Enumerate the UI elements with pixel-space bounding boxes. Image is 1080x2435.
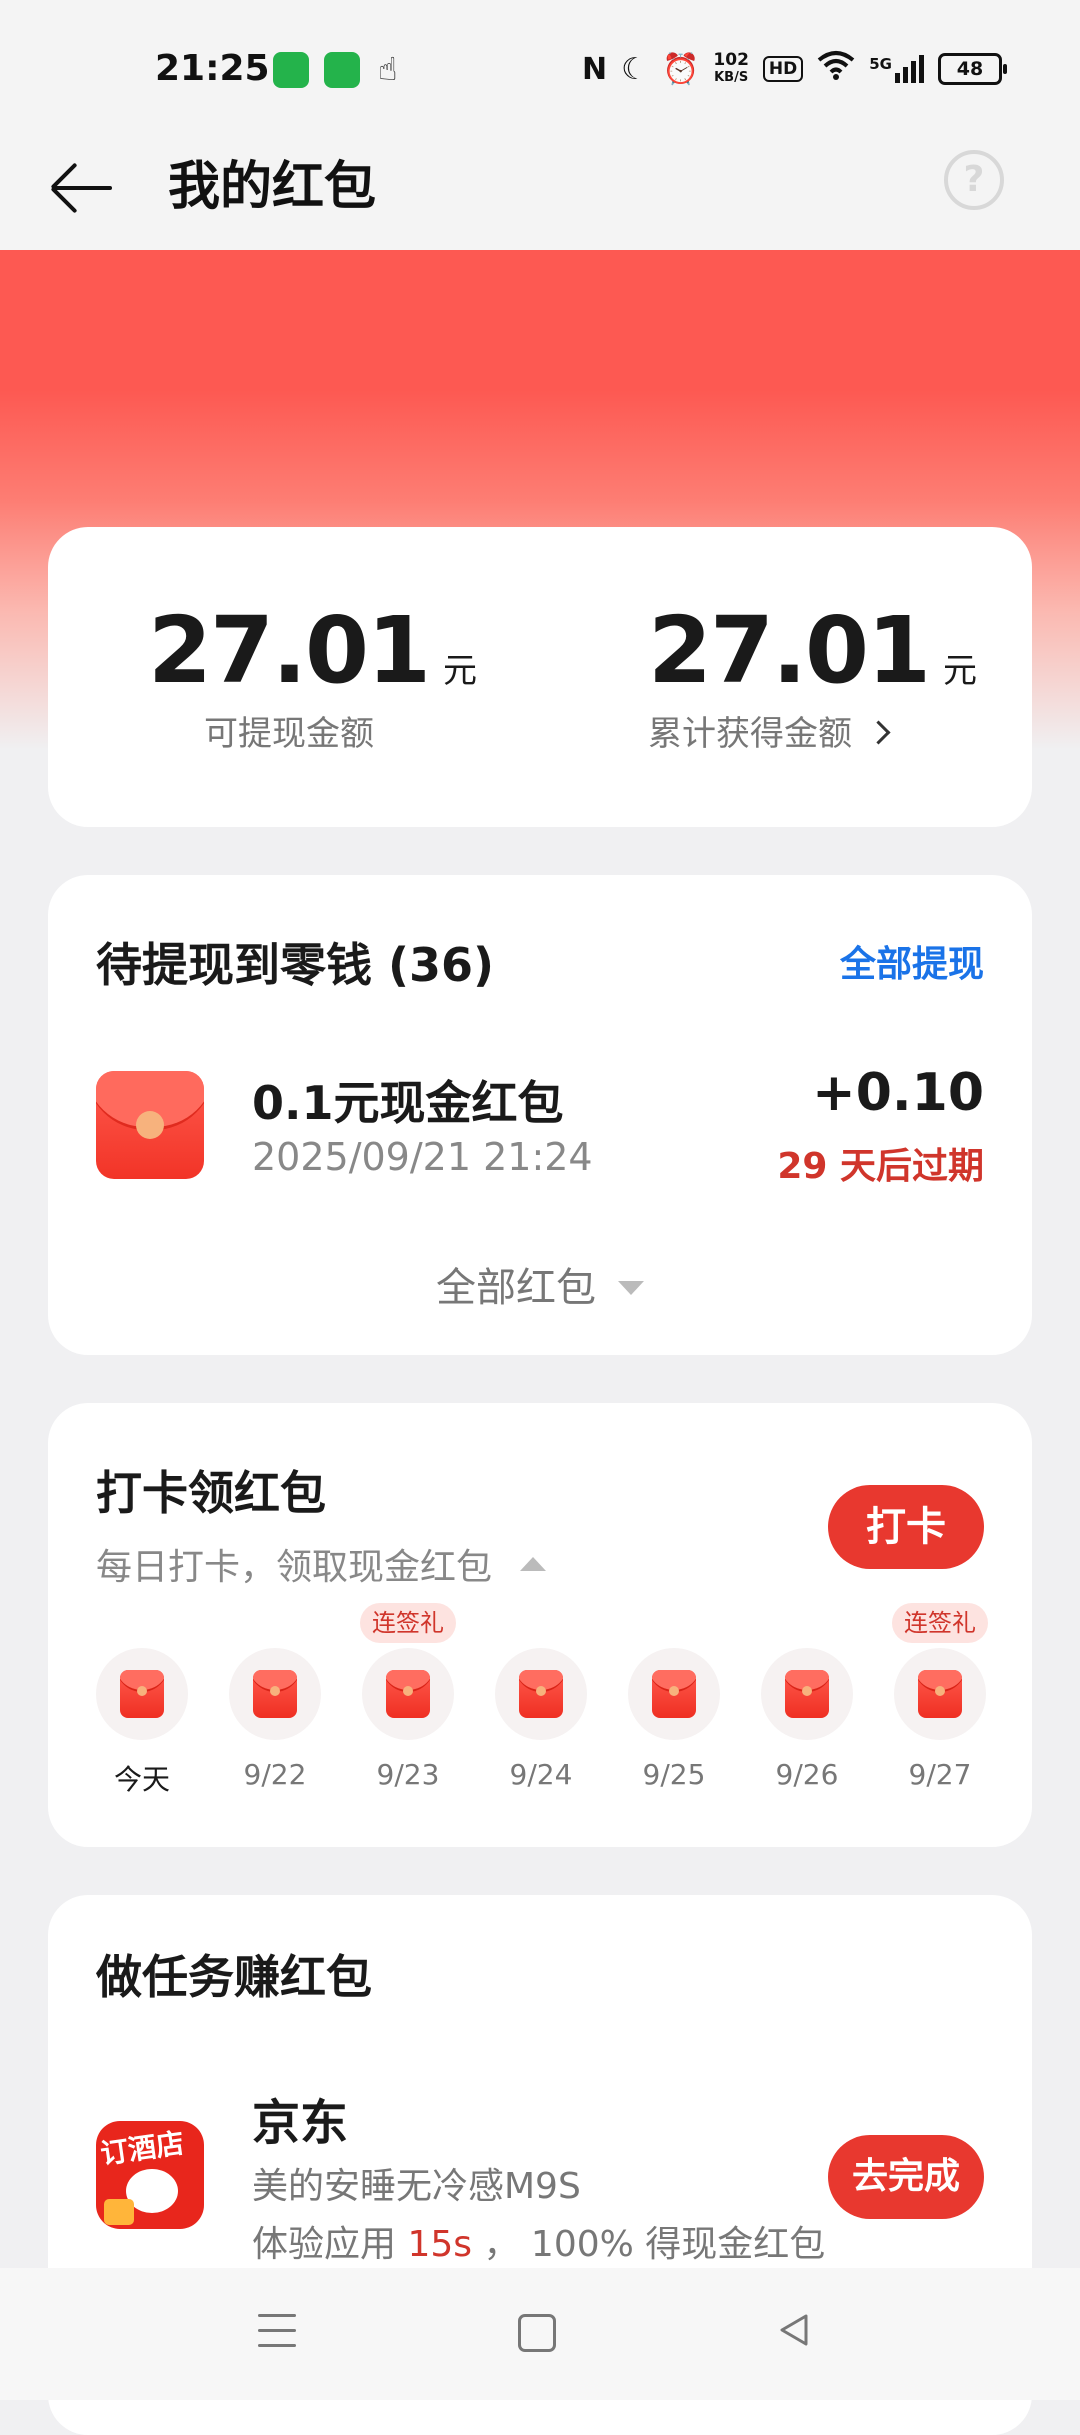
total-amount: 27.01 — [648, 597, 931, 704]
checkin-day: 9/22 — [229, 1648, 321, 1791]
triangle-up-icon — [520, 1557, 547, 1571]
red-packet-icon — [96, 1071, 204, 1179]
day-label: 今天 — [113, 1763, 170, 1796]
home-square-icon[interactable] — [518, 2314, 556, 2352]
nfc-icon: N — [582, 51, 608, 87]
day-label: 9/22 — [243, 1758, 307, 1791]
task-description: 美的安睡无冷感M9S — [252, 2166, 581, 2207]
red-packet-icon — [785, 1670, 829, 1718]
total-earned-link[interactable]: 27.01 元 累计获得金额 — [648, 597, 977, 755]
red-packet-icon — [652, 1670, 696, 1718]
touch-gesture-icon: ☝ — [378, 50, 398, 88]
day-label: 9/26 — [775, 1758, 839, 1791]
wifi-icon — [817, 50, 855, 88]
red-packet-icon — [120, 1670, 164, 1718]
withdrawable-balance: 27.01 元 可提现金额 — [148, 597, 477, 755]
status-time: 21:25 — [155, 48, 270, 89]
checkin-title: 打卡领红包 — [96, 1466, 326, 1520]
go-complete-button[interactable]: 去完成 — [828, 2135, 984, 2219]
task-app-name: 京东 — [252, 2095, 349, 2151]
pending-withdrawal-card: 待提现到零钱 (36) 全部提现 0.1元现金红包 2025/09/21 21:… — [48, 875, 1032, 1355]
day-label: 9/23 — [376, 1758, 440, 1791]
status-icons: N ☾ ⏰ 102 KB/S HD 5G 48 — [582, 50, 1007, 88]
tasks-title: 做任务赚红包 — [96, 1950, 372, 2004]
packet-date: 2025/09/21 21:24 — [252, 1135, 593, 1179]
checkin-button[interactable]: 打卡 — [828, 1485, 984, 1569]
checkin-day: 9/27 — [894, 1648, 986, 1791]
red-packet-icon — [918, 1670, 962, 1718]
all-packets-label: 全部红包 — [436, 1265, 596, 1311]
checkin-day: 今天 — [96, 1648, 188, 1798]
streak-gift-tag: 连签礼 — [360, 1603, 456, 1643]
triangle-down-icon — [618, 1281, 644, 1295]
day-label: 9/24 — [509, 1758, 573, 1791]
app-notification-icon — [273, 52, 309, 88]
system-nav-bar — [0, 2268, 1080, 2400]
withdrawable-unit: 元 — [443, 651, 478, 691]
balance-card: 27.01 元 可提现金额 27.01 元 累计获得金额 — [48, 527, 1032, 827]
app-notification-icon — [324, 52, 360, 88]
moon-icon: ☾ — [621, 51, 649, 87]
total-unit: 元 — [943, 651, 978, 691]
all-packets-dropdown[interactable]: 全部红包 — [48, 1255, 1032, 1313]
red-packet-icon — [253, 1670, 297, 1718]
pending-title: 待提现到零钱 (36) — [96, 938, 495, 992]
title-bar: 我的红包 ? — [0, 110, 1080, 250]
jd-hotel-app-logo: 订酒店 — [96, 2121, 204, 2229]
total-label: 累计获得金额 — [648, 714, 852, 754]
task-reward: 体验应用 15s ， 100% 得现金红包 — [252, 2224, 826, 2265]
chevron-right-icon — [866, 720, 891, 745]
packet-title: 0.1元现金红包 — [252, 1076, 564, 1130]
checkin-subtitle: 每日打卡，领取现金红包 — [96, 1547, 493, 1588]
checkin-day: 9/26 — [761, 1648, 853, 1791]
checkin-card: 打卡领红包 每日打卡，领取现金红包 打卡 今天 9/22 连签礼 9/23 9/… — [48, 1403, 1032, 1847]
help-icon[interactable]: ? — [944, 150, 1004, 210]
back-triangle-icon[interactable] — [776, 2312, 812, 2348]
streak-gift-tag: 连签礼 — [892, 1603, 988, 1643]
checkin-day: 9/23 — [362, 1648, 454, 1791]
day-label: 9/27 — [908, 1758, 972, 1791]
day-label: 9/25 — [642, 1758, 706, 1791]
checkin-day: 9/25 — [628, 1648, 720, 1791]
net-speed: 102 KB/S — [713, 50, 749, 86]
menu-icon[interactable] — [258, 2314, 296, 2359]
alarm-icon: ⏰ — [662, 51, 700, 87]
back-arrow-button[interactable] — [40, 144, 128, 232]
page-title: 我的红包 — [168, 157, 377, 217]
withdrawable-label: 可提现金额 — [204, 714, 374, 754]
checkin-subtitle-toggle[interactable]: 每日打卡，领取现金红包 — [96, 1538, 547, 1590]
withdrawable-amount: 27.01 — [148, 597, 431, 704]
red-packet-icon — [386, 1670, 430, 1718]
packet-amount: +0.10 — [812, 1063, 984, 1123]
hd-icon: HD — [762, 56, 804, 82]
red-packet-icon — [519, 1670, 563, 1718]
battery-icon: 48 — [938, 53, 1007, 85]
checkin-day: 9/24 — [495, 1648, 587, 1791]
packet-expiry: 29 天后过期 — [777, 1146, 984, 1187]
withdraw-all-button[interactable]: 全部提现 — [840, 935, 984, 987]
signal-icon: 5G — [869, 55, 924, 83]
